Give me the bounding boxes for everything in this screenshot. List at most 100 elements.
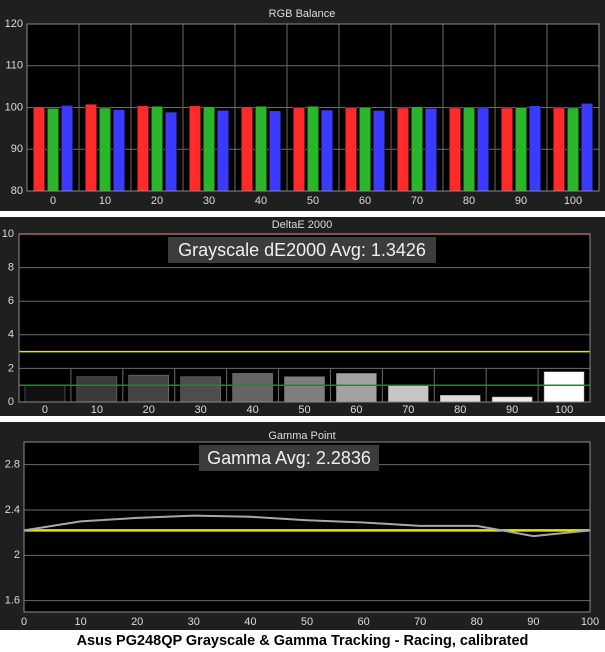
bar-blue-70 xyxy=(425,108,437,192)
x-tick-label: 90 xyxy=(515,195,527,207)
bar-green-60 xyxy=(359,106,371,192)
x-tick-label: 0 xyxy=(42,404,48,416)
x-tick-label: 60 xyxy=(350,404,362,416)
x-tick-label: 90 xyxy=(506,404,518,416)
x-tick-label: 70 xyxy=(411,195,423,207)
x-tick-label: 100 xyxy=(581,616,599,628)
bar-green-70 xyxy=(411,106,423,192)
y-tick-label: 110 xyxy=(5,60,23,72)
x-tick-label: 90 xyxy=(527,616,539,628)
x-tick-label: 60 xyxy=(359,195,371,207)
x-tick-label: 100 xyxy=(555,404,573,416)
bar-blue-90 xyxy=(529,105,541,192)
rgb-balance-chart: RGB Balance 80 90 100 110 120 0 10 20 30 40 50 60 70 8… xyxy=(5,8,600,207)
annotation-text: Gamma Avg: 2.2836 xyxy=(207,448,371,468)
x-tick-label: 50 xyxy=(301,616,313,628)
bar-red-100 xyxy=(553,107,565,192)
chart-title: Gamma Point xyxy=(268,430,335,442)
figure-caption: Asus PG248QP Grayscale & Gamma Tracking … xyxy=(76,633,529,649)
y-tick-label: 90 xyxy=(11,143,23,155)
bar-green-10 xyxy=(99,107,111,192)
gamma-point-80 xyxy=(476,525,478,527)
bar-delta-e-50 xyxy=(284,376,325,403)
bar-delta-e-40 xyxy=(232,373,273,403)
bar-green-0 xyxy=(47,108,59,192)
y-tick-label: 0 xyxy=(8,396,14,408)
bar-red-50 xyxy=(293,107,305,192)
x-tick-label: 40 xyxy=(244,616,256,628)
bar-blue-50 xyxy=(321,109,333,192)
y-tick-label: 80 xyxy=(11,185,23,197)
x-tick-label: 0 xyxy=(21,616,27,628)
bar-red-60 xyxy=(345,107,357,192)
gamma-point-70 xyxy=(419,525,422,527)
bar-green-20 xyxy=(151,105,163,192)
x-tick-label: 80 xyxy=(454,404,466,416)
gamma-point-20 xyxy=(136,517,138,519)
bar-green-100 xyxy=(567,107,579,192)
x-tick-label: 50 xyxy=(298,404,310,416)
x-tick-label: 20 xyxy=(151,195,163,207)
bar-blue-20 xyxy=(165,111,177,192)
bar-red-20 xyxy=(137,105,149,192)
bar-delta-e-0 xyxy=(24,384,66,403)
x-tick-label: 30 xyxy=(195,404,207,416)
x-tick-label: 40 xyxy=(246,404,258,416)
y-tick-label: 2 xyxy=(14,549,20,561)
calibration-report: RGB Balance 80 90 100 110 120 0 10 20 30 40 50 60 70 8… xyxy=(0,0,605,652)
y-tick-label: 2.4 xyxy=(5,504,20,516)
gamma-point-10 xyxy=(79,520,82,523)
bar-delta-e-30 xyxy=(180,376,221,403)
gamma-point-90 xyxy=(532,535,535,537)
bar-blue-10 xyxy=(113,109,125,192)
delta-e-panel: DeltaE 2000 0 2 4 6 8 10 0 10 20 30 40 50 60 70 80 90 100… xyxy=(0,217,605,416)
x-tick-label: 70 xyxy=(414,616,426,628)
y-tick-label: 4 xyxy=(8,329,14,341)
bar-delta-e-70 xyxy=(388,384,429,403)
y-tick-label: 120 xyxy=(5,18,23,30)
gamma-point-60 xyxy=(362,521,365,524)
bar-green-40 xyxy=(255,105,267,192)
bar-red-40 xyxy=(241,106,253,192)
bar-blue-60 xyxy=(373,110,385,192)
bar-blue-80 xyxy=(477,107,489,192)
x-tick-label: 40 xyxy=(255,195,267,207)
bar-green-30 xyxy=(203,106,215,192)
bar-delta-e-10 xyxy=(76,376,118,403)
bar-red-10 xyxy=(85,103,97,192)
bar-delta-e-90 xyxy=(491,396,533,403)
bar-red-80 xyxy=(449,107,461,192)
bar-blue-40 xyxy=(269,110,281,192)
x-tick-label: 20 xyxy=(143,404,155,416)
bar-red-90 xyxy=(501,107,513,192)
gamma-chart: Gamma Point 1.6 2 2.4 2.8 0 10 20 30 40 50 60 70 80 90… xyxy=(5,430,599,628)
x-tick-label: 60 xyxy=(357,616,369,628)
bar-delta-e-100 xyxy=(543,371,585,403)
annotation-text: Grayscale dE2000 Avg: 1.3426 xyxy=(178,240,426,260)
chart-title: DeltaE 2000 xyxy=(272,219,333,231)
bar-delta-e-80 xyxy=(439,395,481,403)
y-tick-label: 100 xyxy=(5,101,23,113)
y-tick-label: 2 xyxy=(8,362,14,374)
bar-green-50 xyxy=(307,105,319,192)
x-tick-label: 100 xyxy=(564,195,582,207)
bar-blue-30 xyxy=(217,110,229,192)
delta-e-chart: DeltaE 200002468100 10 20 30 40 50 60 70 80 90 100… xyxy=(2,219,591,416)
chart-title: RGB Balance xyxy=(269,8,336,20)
x-tick-label: 80 xyxy=(463,195,475,207)
bar-red-0 xyxy=(33,106,45,192)
gamma-panel: Gamma Point 1.6 2 2.4 2.8 0 10 20 30 40 50 60 70 80 90… xyxy=(0,422,605,630)
bar-blue-0 xyxy=(61,105,73,192)
bar-delta-e-60 xyxy=(336,373,377,403)
bar-red-70 xyxy=(397,107,409,192)
gamma-point-30 xyxy=(193,514,195,517)
y-tick-label: 8 xyxy=(8,262,14,274)
gamma-point-50 xyxy=(306,519,308,521)
x-tick-label: 0 xyxy=(50,195,56,207)
bar-blue-100 xyxy=(581,103,593,192)
bar-green-80 xyxy=(463,106,475,192)
y-tick-label: 1.6 xyxy=(5,595,20,607)
rgb-balance-panel: RGB Balance 80 90 100 110 120 0 10 20 30 40 50 60 70 8… xyxy=(0,0,605,211)
x-tick-label: 80 xyxy=(471,616,483,628)
x-tick-label: 30 xyxy=(188,616,200,628)
